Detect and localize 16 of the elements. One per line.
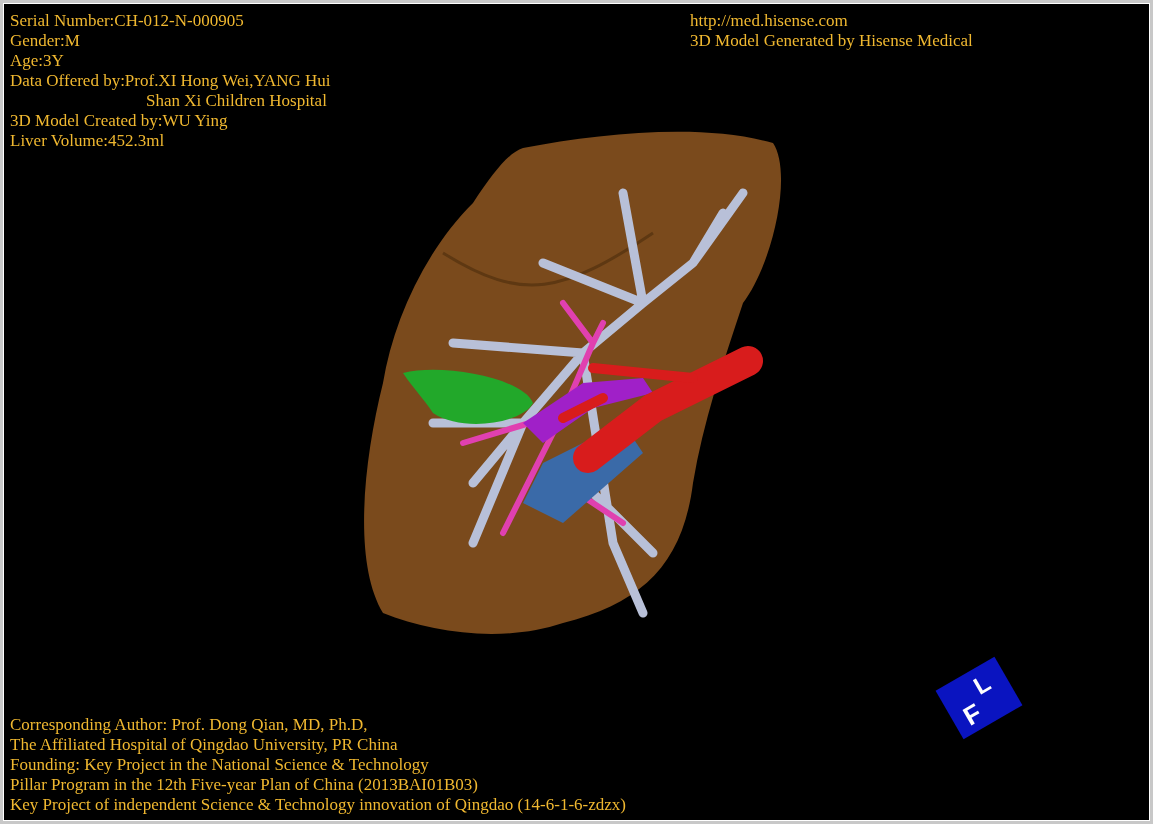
- overlay-text: Age:3Y: [10, 51, 65, 71]
- overlay-text: 3D Model Generated by Hisense Medical: [690, 31, 973, 51]
- overlay-text: http://med.hisense.com: [690, 11, 849, 31]
- overlay-text: Corresponding Author: Prof. Dong Qian, MD, Ph.D,: [10, 715, 369, 735]
- overlay-text: Data Offered by:Prof.XI Hong Wei,YANG Hui: [10, 71, 332, 91]
- overlay-text: The Affiliated Hospital of Qingdao University, PR China: [10, 735, 399, 755]
- cube-face-label: L: [968, 668, 995, 700]
- overlay-text: Serial Number:CH-012-N-000905: [10, 11, 245, 31]
- overlay-text: 3D Model Created by:WU Ying: [10, 111, 229, 131]
- overlay-text: Liver Volume:452.3ml: [10, 131, 166, 151]
- cube-face-label: F: [957, 697, 987, 732]
- overlay-text: Gender:M: [10, 31, 81, 51]
- overlay-text: Pillar Program in the 12th Five-year Plan of China (2013BAI01B03): [10, 775, 479, 795]
- overlay-text: Key Project of independent Science & Technology innovation of Qingdao (14-6-1-6-zdzx): [10, 795, 627, 815]
- overlay-text: Shan Xi Children Hospital: [145, 91, 328, 111]
- overlay-text: Founding: Key Project in the National Science & Technology: [10, 755, 430, 775]
